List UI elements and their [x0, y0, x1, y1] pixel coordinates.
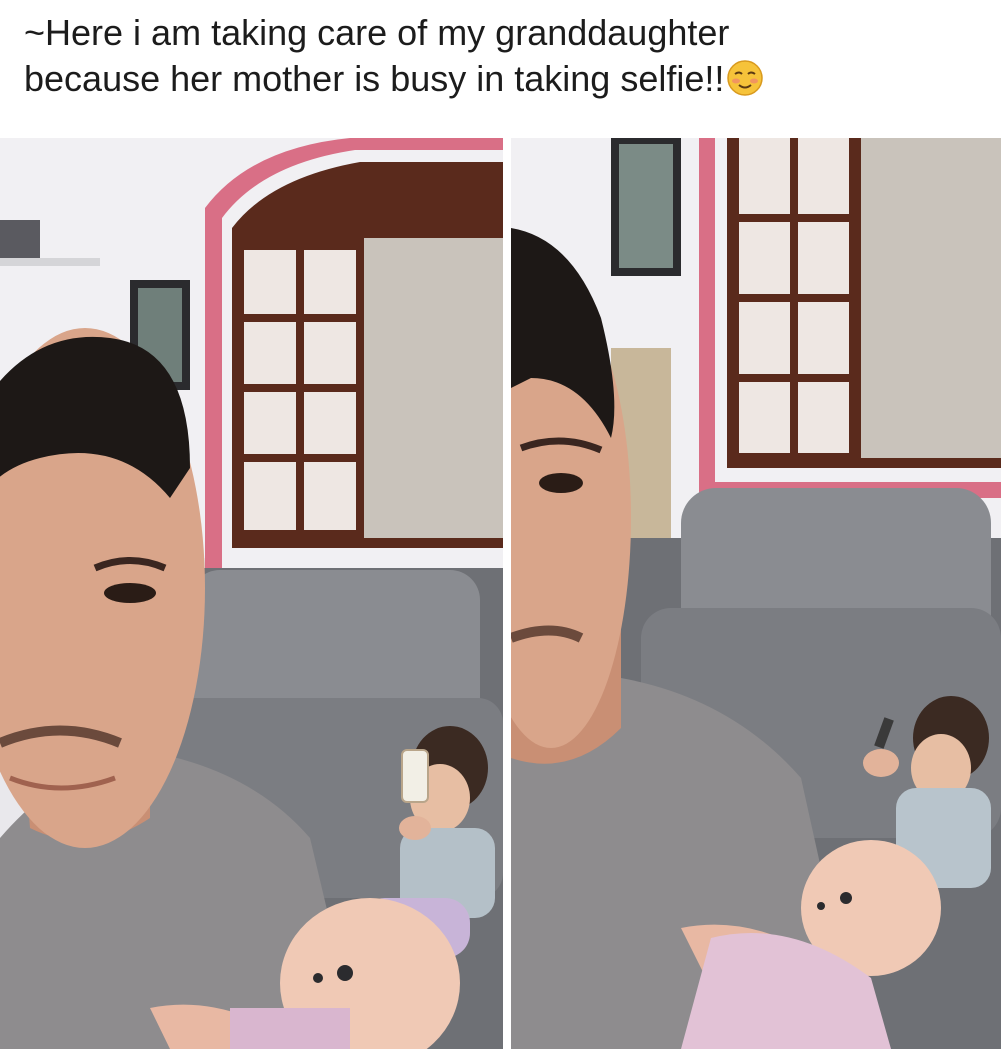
post-caption: ~Here i am taking care of my granddaught… — [24, 10, 984, 108]
relieved-face-emoji-icon — [726, 59, 764, 108]
caption-line-2-text: because her mother is busy in taking sel… — [24, 58, 725, 99]
caption-line-2: because her mother is busy in taking sel… — [24, 56, 984, 108]
photo-right-image — [511, 138, 1001, 1049]
photo-collage — [0, 138, 1001, 1049]
photo-divider — [503, 138, 511, 1049]
photo-right — [511, 138, 1001, 1049]
meme-post: ~Here i am taking care of my granddaught… — [0, 0, 1001, 1049]
photo-left — [0, 138, 503, 1049]
caption-line-1: ~Here i am taking care of my granddaught… — [24, 12, 730, 53]
photo-left-image — [0, 138, 503, 1049]
